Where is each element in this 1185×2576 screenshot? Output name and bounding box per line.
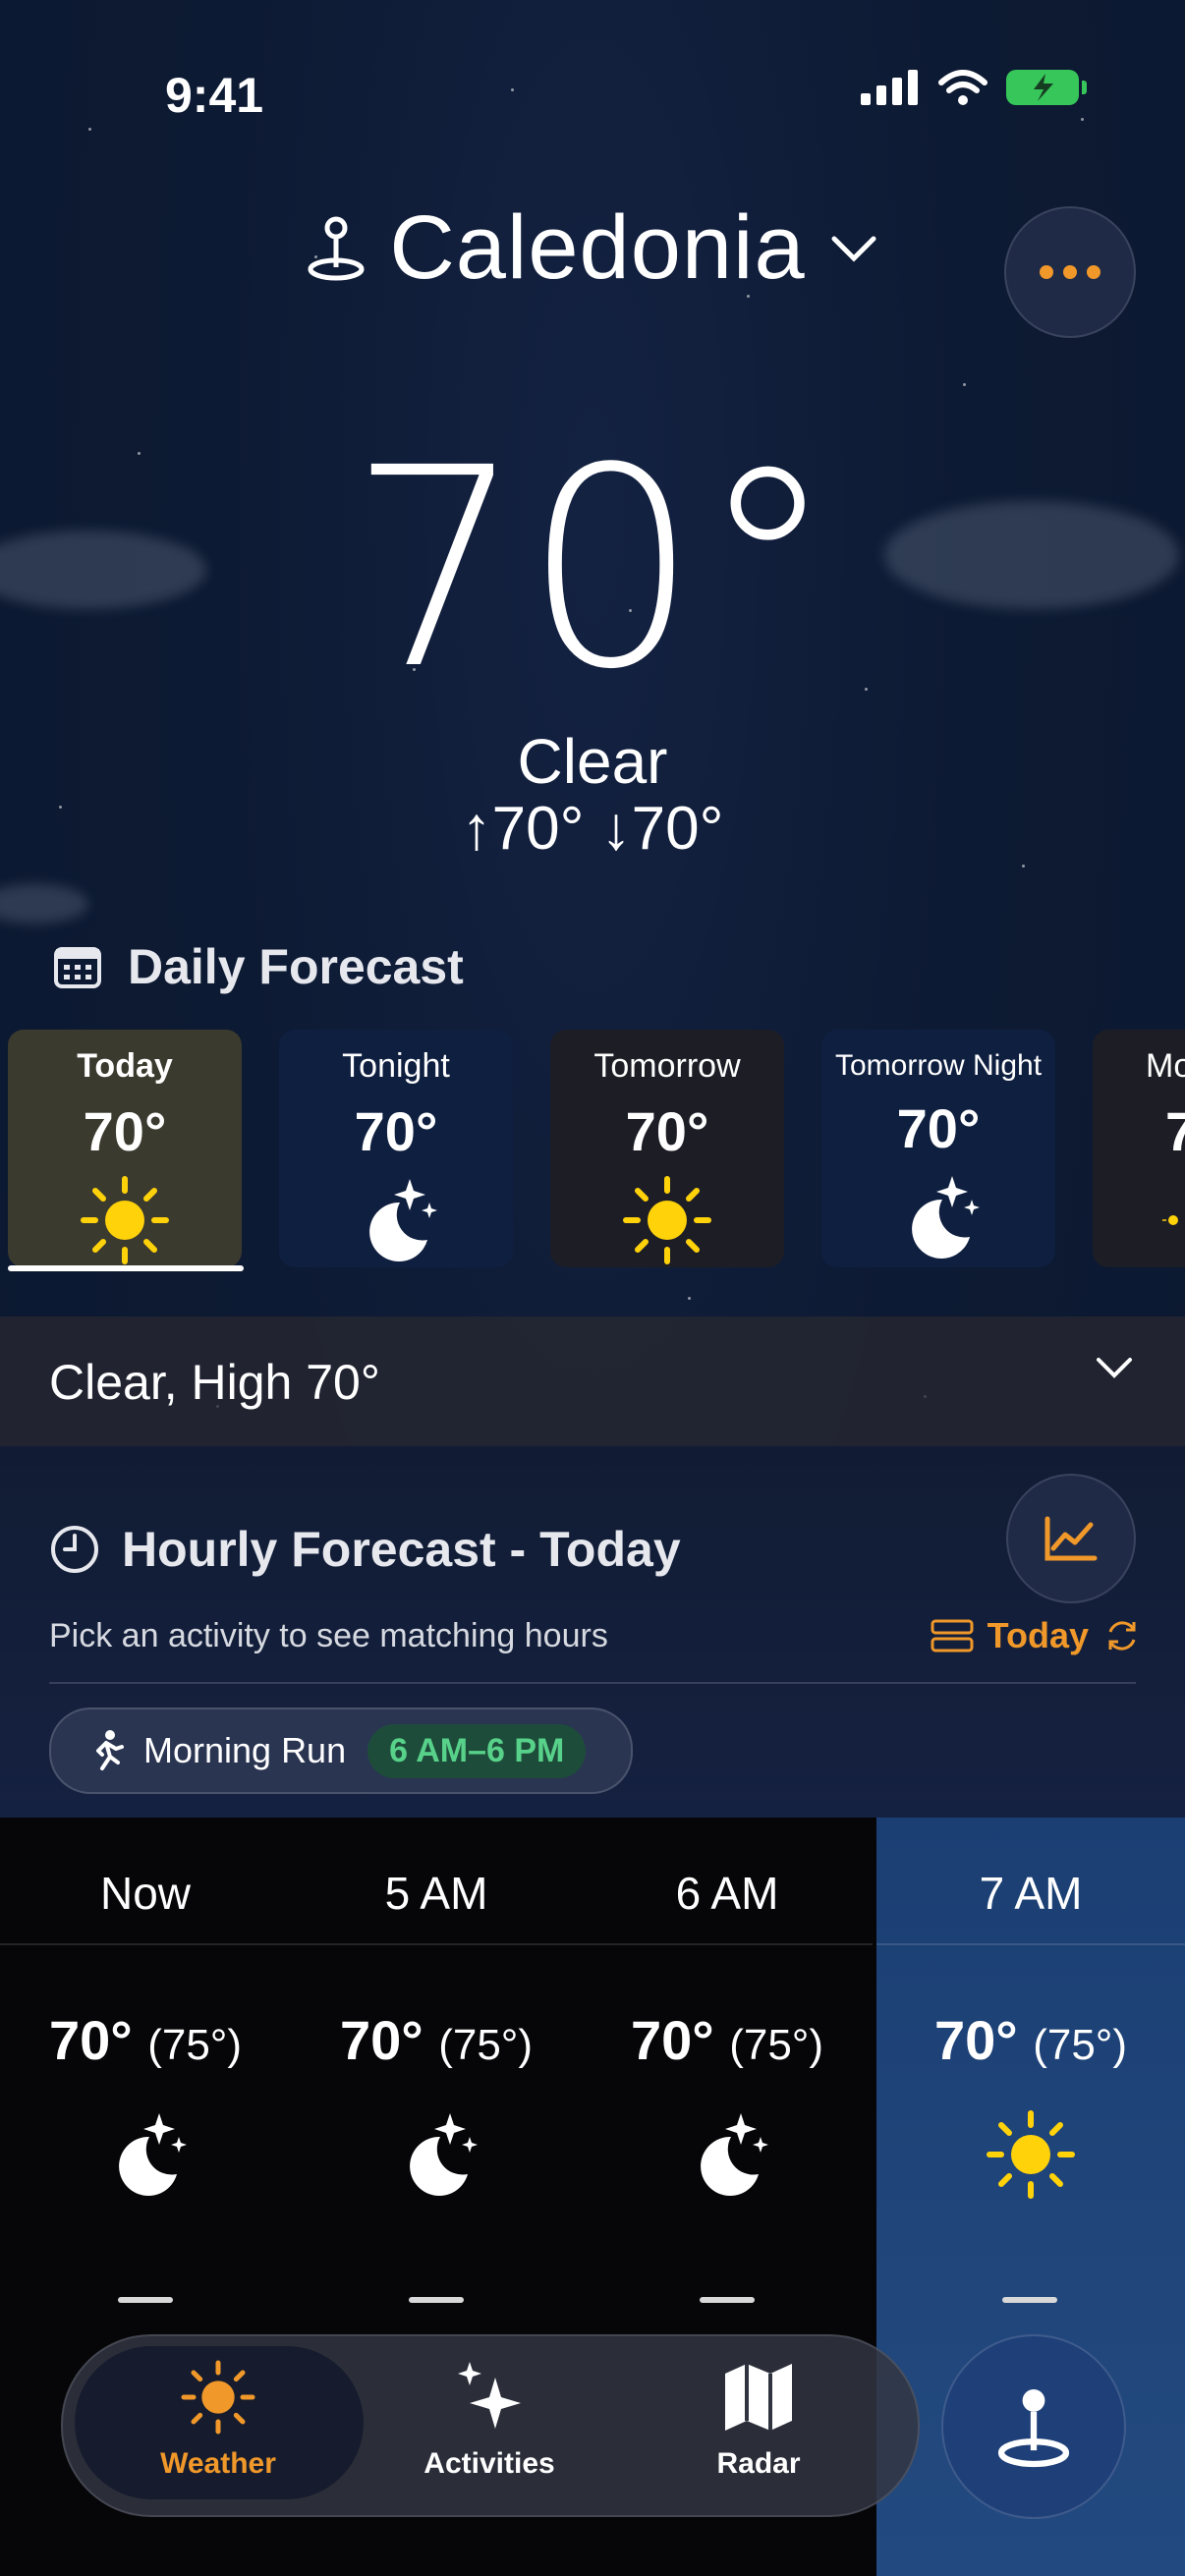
day-card-label: Mo: [1146, 1047, 1185, 1085]
sparkles-icon: [458, 2362, 521, 2429]
location-pin-icon: [308, 216, 365, 280]
sun-icon: [1161, 1215, 1178, 1225]
current-condition: Clear: [517, 726, 668, 797]
battery-icon: [1006, 70, 1087, 105]
tab-label: Activities: [423, 2447, 555, 2480]
tab-label: Weather: [160, 2447, 276, 2480]
day-card-tonight[interactable]: Tonight 70°: [279, 1030, 513, 1267]
clock-icon: [51, 1526, 98, 1573]
hour-temp: 70° (75°): [48, 2009, 243, 2071]
calendar-icon: [54, 947, 101, 988]
hourly-subtitle: Pick an activity to see matching hours: [49, 1617, 608, 1654]
running-icon: [96, 1730, 124, 1770]
signal-icon: [861, 70, 918, 105]
selected-underline: [8, 1265, 244, 1271]
activity-label: Morning Run: [143, 1730, 347, 1770]
today-toggle[interactable]: Today: [931, 1615, 1142, 1656]
daily-forecast-title: Daily Forecast: [128, 939, 464, 994]
day-card-tomorrow-night[interactable]: Tomorrow Night 70°: [821, 1030, 1055, 1267]
chart-icon: [1044, 1516, 1098, 1561]
hour-temp: 70° (75°): [339, 2009, 534, 2071]
map-icon: [725, 2364, 792, 2431]
hourly-forecast-header: Hourly Forecast - Today: [49, 1521, 681, 1578]
activity-time-range: 6 AM–6 PM: [367, 1723, 587, 1778]
day-card-label: Tonight: [342, 1047, 450, 1085]
daily-summary-text: Clear, High 70°: [49, 1355, 380, 1410]
moon-stars-icon: [119, 2113, 187, 2196]
list-icon: [931, 1619, 974, 1652]
day-card-next[interactable]: Mo 7: [1093, 1030, 1185, 1267]
day-card-label: Tomorrow Night: [834, 1049, 1043, 1082]
high-low-temps: ↑70° ↓70°: [461, 795, 724, 863]
day-card-today[interactable]: Today 70°: [8, 1030, 244, 1271]
location-name: Caledonia: [389, 197, 806, 298]
chart-button[interactable]: [1006, 1474, 1136, 1603]
day-card-tomorrow[interactable]: Tomorrow 70°: [550, 1030, 784, 1267]
current-temperature: 70°: [348, 410, 837, 730]
today-toggle-label: Today: [987, 1615, 1089, 1655]
day-card-temp: 7: [1165, 1100, 1185, 1162]
divider: [49, 1682, 1136, 1684]
moon-stars-icon: [701, 2113, 768, 2196]
hour-temp: 70° (75°): [933, 2009, 1128, 2071]
locate-button[interactable]: [941, 2334, 1126, 2519]
precip-dash: [409, 2297, 464, 2303]
sun-icon: [623, 1176, 711, 1264]
hour-time: Now: [99, 1868, 192, 1919]
precip-dash: [1002, 2297, 1057, 2303]
day-card-temp: 70°: [896, 1097, 981, 1159]
daily-forecast-header: Daily Forecast: [53, 938, 464, 995]
day-card-label: Today: [77, 1047, 173, 1085]
more-options-button[interactable]: [1004, 206, 1136, 338]
day-card-temp: 70°: [354, 1100, 438, 1162]
precip-dash: [700, 2297, 755, 2303]
tab-label: Radar: [716, 2447, 801, 2480]
wifi-icon: [938, 70, 988, 105]
precip-dash: [118, 2297, 173, 2303]
sun-icon: [181, 2360, 255, 2435]
hourly-forecast-title: Hourly Forecast - Today: [122, 1522, 681, 1577]
activity-chip-morning-run[interactable]: Morning Run 6 AM–6 PM: [49, 1708, 633, 1794]
tab-weather[interactable]: Weather: [100, 2358, 336, 2481]
moon-stars-icon: [912, 1176, 980, 1259]
hour-time: 7 AM: [979, 1868, 1083, 1919]
sun-icon: [987, 2110, 1075, 2199]
day-card-temp: 70°: [625, 1100, 709, 1162]
moon-stars-icon: [369, 1179, 437, 1261]
hour-time: 6 AM: [675, 1868, 779, 1919]
ellipsis-icon: [1040, 265, 1053, 279]
chevron-down-icon: [831, 236, 876, 262]
hour-temp: 70° (75°): [630, 2009, 824, 2071]
refresh-icon: [1108, 1621, 1136, 1651]
chevron-down-icon[interactable]: [1095, 1356, 1134, 1379]
sun-icon: [81, 1176, 169, 1264]
location-pin-icon: [997, 2389, 1070, 2468]
day-card-temp: 70°: [83, 1100, 167, 1162]
cloud-small: [0, 884, 88, 924]
moon-stars-icon: [410, 2113, 478, 2196]
status-time: 9:41: [165, 68, 264, 123]
hour-time: 5 AM: [384, 1868, 488, 1919]
tab-radar[interactable]: Radar: [641, 2358, 876, 2481]
day-card-label: Tomorrow: [593, 1047, 741, 1085]
status-icons: [861, 69, 1087, 106]
tab-activities[interactable]: Activities: [371, 2358, 607, 2481]
